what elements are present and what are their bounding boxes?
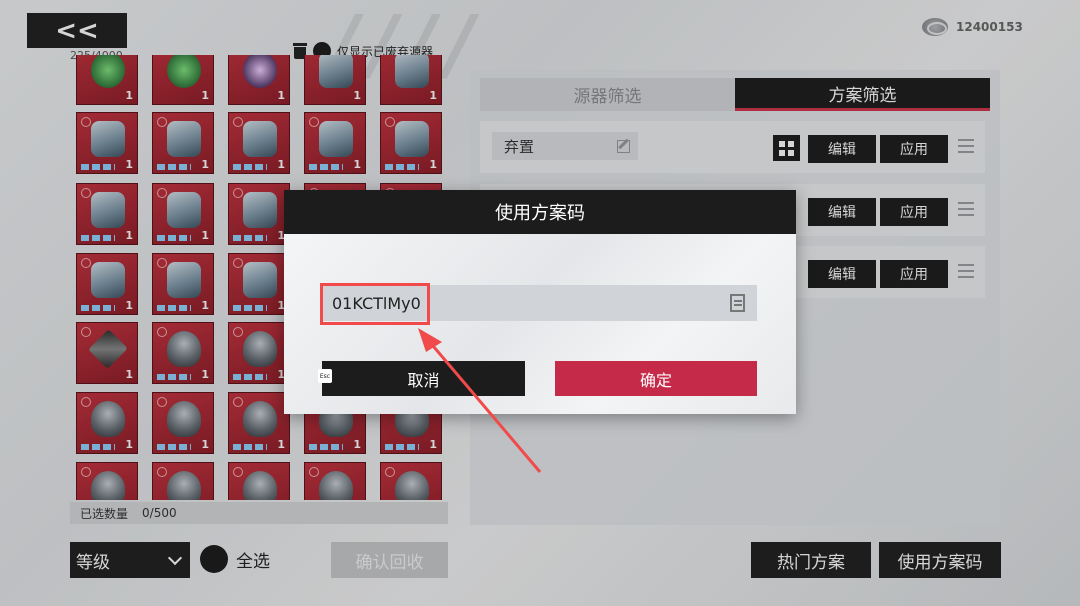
cancel-button[interactable]: Esc 取消	[318, 361, 525, 396]
paste-icon[interactable]	[726, 294, 745, 319]
esc-key-icon: Esc	[318, 369, 332, 383]
cancel-label: 取消	[407, 370, 440, 390]
dialog-title: 使用方案码	[284, 190, 796, 234]
dialog-body: 01KCTlMy0 Esc 取消 确定	[284, 234, 796, 414]
highlight-box	[320, 283, 430, 325]
plan-code-dialog: 使用方案码 01KCTlMy0 Esc 取消 确定	[284, 190, 796, 414]
confirm-button[interactable]: 确定	[555, 361, 757, 396]
